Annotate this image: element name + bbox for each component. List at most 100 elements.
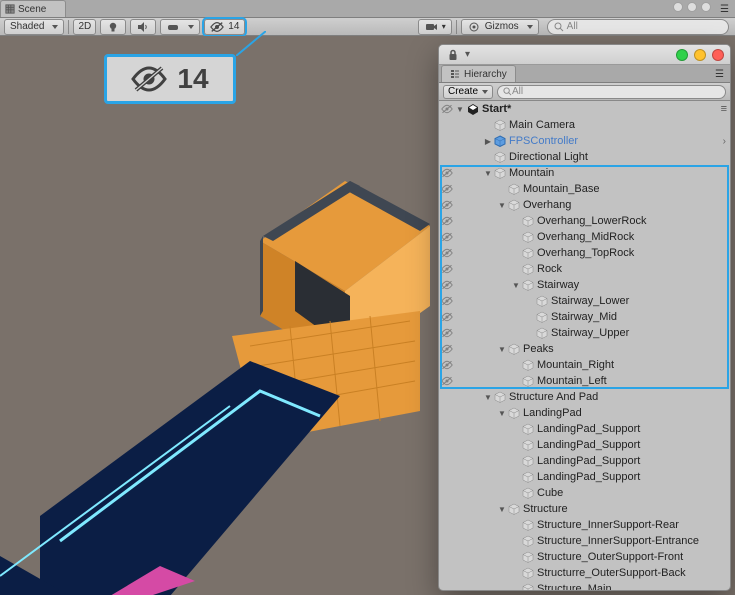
- hierarchy-toolbar: Create All: [439, 83, 730, 101]
- visibility-toggle[interactable]: [439, 247, 455, 259]
- item-label: Structure_InnerSupport-Rear: [537, 519, 679, 531]
- visibility-toggle[interactable]: [439, 327, 455, 339]
- tab-options-icon[interactable]: ☰: [720, 0, 729, 18]
- visibility-toggle[interactable]: [439, 279, 455, 291]
- hierarchy-item[interactable]: Mountain_Left: [439, 373, 730, 389]
- tab-options-icon[interactable]: ☰: [715, 65, 724, 83]
- hierarchy-titlebar[interactable]: ▾: [439, 45, 730, 65]
- visibility-toggle[interactable]: [439, 343, 455, 355]
- hierarchy-item[interactable]: Overhang_MidRock: [439, 229, 730, 245]
- camera-icon: [424, 20, 438, 34]
- shading-mode-dropdown[interactable]: Shaded: [4, 19, 64, 35]
- visibility-toggle[interactable]: [439, 311, 455, 323]
- effects-dropdown[interactable]: [160, 19, 200, 35]
- item-label: Structure: [523, 503, 568, 515]
- callout-hidden-count: 14: [104, 54, 236, 104]
- gizmos-icon: [467, 20, 481, 34]
- hierarchy-item[interactable]: Stairway_Lower: [439, 293, 730, 309]
- expand-arrow[interactable]: [511, 281, 521, 290]
- hierarchy-tabrow: Hierarchy ☰: [439, 65, 730, 83]
- hierarchy-item[interactable]: Main Camera: [439, 117, 730, 133]
- hierarchy-item[interactable]: Mountain_Base: [439, 181, 730, 197]
- expand-arrow[interactable]: [455, 105, 465, 114]
- visibility-toggle[interactable]: [439, 263, 455, 275]
- hierarchy-item[interactable]: Structure_Main: [439, 581, 730, 590]
- window-button[interactable]: [687, 2, 697, 12]
- hierarchy-tab-label: Hierarchy: [464, 69, 507, 80]
- item-label: Overhang_TopRock: [537, 247, 634, 259]
- hierarchy-item[interactable]: Overhang_LowerRock: [439, 213, 730, 229]
- hierarchy-item[interactable]: Mountain_Right: [439, 357, 730, 373]
- visibility-toggle[interactable]: [439, 183, 455, 195]
- item-label: LandingPad: [523, 407, 582, 419]
- hierarchy-item[interactable]: Structure_OuterSupport-Front: [439, 549, 730, 565]
- hierarchy-item[interactable]: Stairway: [439, 277, 730, 293]
- scene-search[interactable]: All: [547, 19, 729, 35]
- item-label: Mountain: [509, 167, 554, 179]
- traffic-light-green[interactable]: [676, 49, 688, 61]
- shading-mode-label: Shaded: [10, 21, 44, 32]
- hierarchy-item[interactable]: Stairway_Upper: [439, 325, 730, 341]
- scene-root-row[interactable]: Start* ≡: [439, 101, 730, 117]
- hierarchy-tree[interactable]: Start* ≡ Main CameraFPSController›Direct…: [439, 101, 730, 590]
- expand-arrow[interactable]: [497, 409, 507, 418]
- scene-options-icon[interactable]: ≡: [721, 103, 726, 115]
- hierarchy-item[interactable]: LandingPad_Support: [439, 437, 730, 453]
- window-button[interactable]: [701, 2, 711, 12]
- eye-slash-icon: [210, 20, 224, 34]
- camera-settings-button[interactable]: ▾: [418, 19, 452, 35]
- hierarchy-item[interactable]: Cube: [439, 485, 730, 501]
- hierarchy-item[interactable]: LandingPad_Support: [439, 453, 730, 469]
- hierarchy-tab[interactable]: Hierarchy: [441, 65, 516, 82]
- search-icon: [554, 22, 564, 32]
- eye-slash-icon: [131, 61, 167, 97]
- hierarchy-item[interactable]: Peaks: [439, 341, 730, 357]
- eye-slash-icon[interactable]: [441, 103, 453, 115]
- callout-count-label: 14: [177, 63, 208, 95]
- hierarchy-item[interactable]: FPSController›: [439, 133, 730, 149]
- gizmos-dropdown[interactable]: Gizmos: [461, 19, 539, 35]
- visibility-toggle[interactable]: [439, 167, 455, 179]
- hierarchy-item[interactable]: Overhang_TopRock: [439, 245, 730, 261]
- mode-2d-toggle[interactable]: 2D: [73, 19, 96, 35]
- item-label: Mountain_Left: [537, 375, 607, 387]
- window-button[interactable]: [673, 2, 683, 12]
- create-dropdown[interactable]: Create: [443, 85, 493, 99]
- visibility-toggle[interactable]: [439, 231, 455, 243]
- expand-arrow[interactable]: [497, 505, 507, 514]
- item-label: LandingPad_Support: [537, 439, 640, 451]
- hierarchy-item[interactable]: Stairway_Mid: [439, 309, 730, 325]
- audio-toggle[interactable]: [130, 19, 156, 35]
- item-label: Stairway_Lower: [551, 295, 629, 307]
- hierarchy-item[interactable]: Directional Light: [439, 149, 730, 165]
- visibility-toggle[interactable]: [439, 359, 455, 371]
- item-label: Overhang: [523, 199, 571, 211]
- hierarchy-item[interactable]: Structurre_OuterSupport-Back: [439, 565, 730, 581]
- traffic-light-yellow[interactable]: [694, 49, 706, 61]
- hierarchy-item[interactable]: Overhang: [439, 197, 730, 213]
- hierarchy-item[interactable]: Structure_InnerSupport-Entrance: [439, 533, 730, 549]
- hierarchy-item[interactable]: Structure_InnerSupport-Rear: [439, 517, 730, 533]
- traffic-light-red[interactable]: [712, 49, 724, 61]
- expand-arrow[interactable]: [483, 393, 493, 402]
- expand-arrow[interactable]: [483, 169, 493, 178]
- hierarchy-item[interactable]: LandingPad: [439, 405, 730, 421]
- hierarchy-item[interactable]: Structure: [439, 501, 730, 517]
- hierarchy-item[interactable]: LandingPad_Support: [439, 421, 730, 437]
- hierarchy-item[interactable]: Mountain: [439, 165, 730, 181]
- visibility-toggle[interactable]: [439, 295, 455, 307]
- hierarchy-item[interactable]: Structure And Pad: [439, 389, 730, 405]
- visibility-toggle[interactable]: [439, 375, 455, 387]
- scene-icon: [5, 4, 15, 14]
- item-label: LandingPad_Support: [537, 455, 640, 467]
- scene-tab[interactable]: Scene: [0, 0, 66, 17]
- lighting-toggle[interactable]: [100, 19, 126, 35]
- expand-arrow[interactable]: [497, 345, 507, 354]
- visibility-toggle[interactable]: [439, 215, 455, 227]
- expand-arrow[interactable]: [497, 201, 507, 210]
- expand-arrow[interactable]: [483, 137, 493, 146]
- hierarchy-item[interactable]: Rock: [439, 261, 730, 277]
- visibility-toggle[interactable]: [439, 199, 455, 211]
- hierarchy-item[interactable]: LandingPad_Support: [439, 469, 730, 485]
- hierarchy-search[interactable]: All: [497, 85, 726, 99]
